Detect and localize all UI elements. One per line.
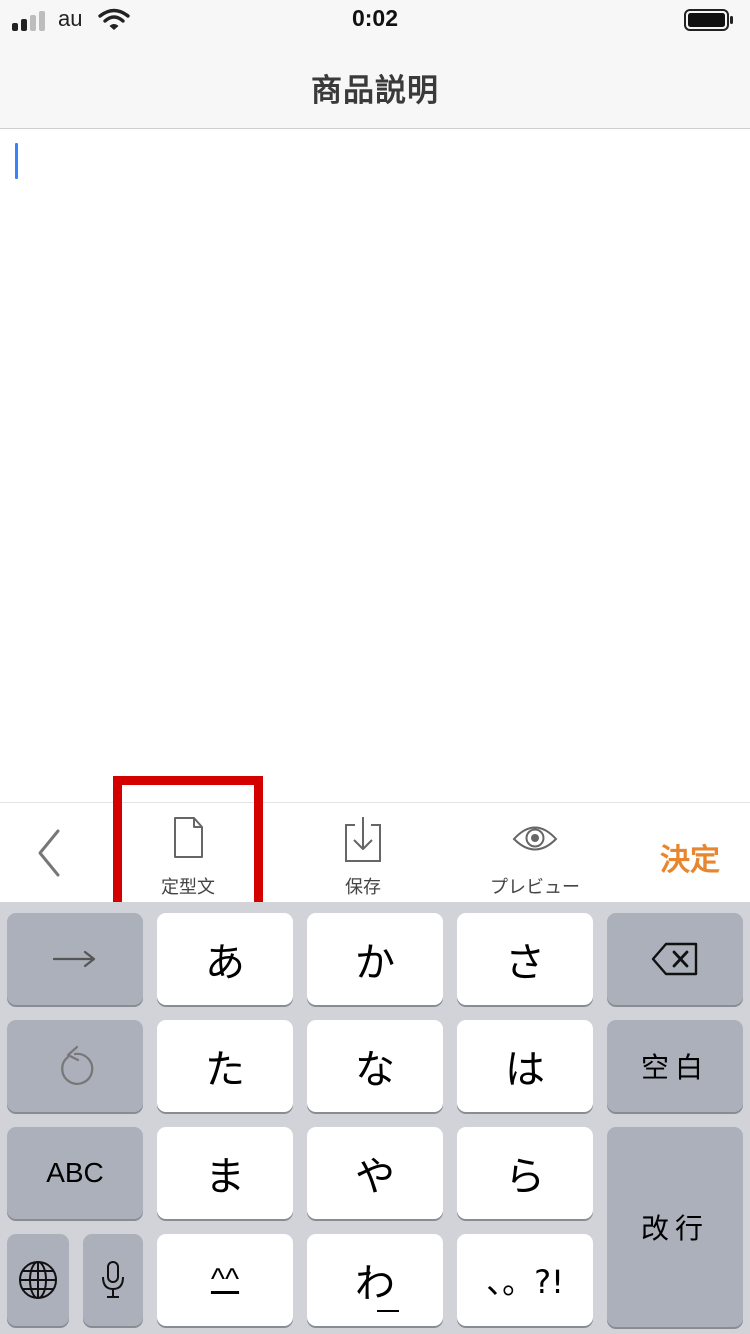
save-button[interactable]: 保存: [313, 815, 413, 898]
undo-key[interactable]: [7, 1020, 143, 1112]
key-ha[interactable]: は: [457, 1020, 593, 1112]
key-wa[interactable]: わ: [307, 1234, 443, 1326]
key-ya[interactable]: や: [307, 1127, 443, 1219]
battery-icon: [684, 9, 733, 31]
key-sa[interactable]: さ: [457, 913, 593, 1005]
microphone-icon: [102, 1261, 124, 1298]
return-key-label: 改行: [640, 1212, 709, 1245]
key-ma[interactable]: ま: [157, 1127, 293, 1219]
key-a[interactable]: あ: [157, 913, 293, 1005]
key-ta[interactable]: た: [157, 1020, 293, 1112]
key-kaomoji[interactable]: ^^: [157, 1234, 293, 1326]
eye-icon: [512, 826, 558, 851]
globe-key[interactable]: [7, 1234, 69, 1326]
delete-backspace-icon: [651, 942, 698, 976]
done-button[interactable]: 決定: [660, 835, 720, 879]
microphone-key[interactable]: [83, 1234, 143, 1326]
kaomoji-key-label: ^^: [210, 1263, 240, 1296]
arrow-right-icon: [52, 950, 96, 968]
return-key[interactable]: 改行: [607, 1127, 743, 1327]
delete-key[interactable]: [607, 913, 743, 1005]
japanese-kana-keyboard: あ か さ た な は 空白 ABC ま や ら 改行 ^^ わ 、。?!: [0, 902, 750, 1334]
text-cursor: [15, 143, 18, 179]
save-download-icon: [345, 817, 381, 862]
clock: 0:02: [351, 5, 399, 31]
description-text-area[interactable]: [0, 130, 750, 802]
key-punctuation[interactable]: 、。?!: [457, 1234, 593, 1326]
undo-icon: [61, 1045, 94, 1085]
key-ra[interactable]: ら: [457, 1127, 593, 1219]
wa-key-label: わ: [355, 1261, 395, 1307]
back-chevron-icon[interactable]: [30, 827, 70, 879]
key-na[interactable]: な: [307, 1020, 443, 1112]
preview-label: プレビュー: [490, 877, 580, 898]
key-ka[interactable]: か: [307, 913, 443, 1005]
wa-key-underscore: [377, 1310, 399, 1312]
status-bar: au 0:02: [0, 0, 750, 40]
navigation-bar: 商品説明: [0, 40, 750, 129]
preview-button[interactable]: プレビュー: [470, 815, 600, 898]
page-title: 商品説明: [311, 73, 439, 109]
globe-icon: [19, 1261, 57, 1299]
next-candidate-key[interactable]: [7, 913, 143, 1005]
abc-key[interactable]: ABC: [7, 1127, 143, 1219]
space-key-label: 空白: [640, 1051, 709, 1084]
save-label: 保存: [345, 877, 381, 898]
space-key[interactable]: 空白: [607, 1020, 743, 1112]
